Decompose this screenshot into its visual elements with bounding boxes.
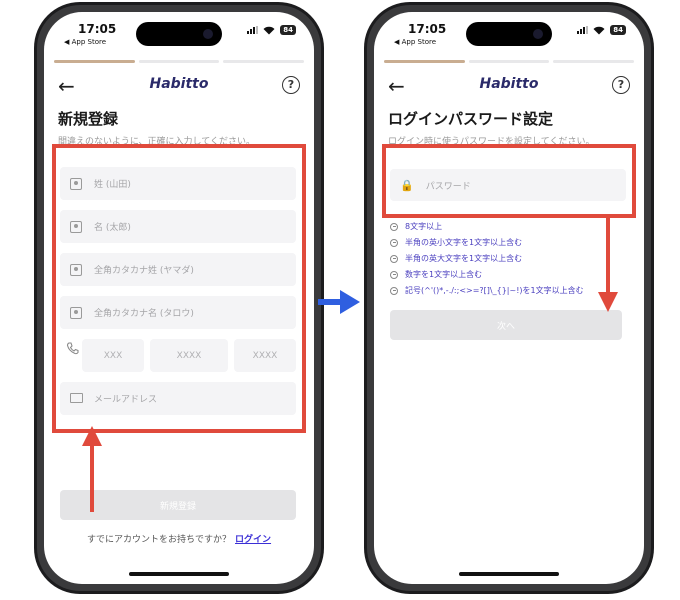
brand-logo: Habitto <box>479 76 539 92</box>
help-icon[interactable]: ? <box>282 76 300 94</box>
rule-item: 8文字以上 <box>390 221 442 232</box>
status-back-app[interactable]: ◀ App Store <box>394 38 436 46</box>
wifi-icon <box>263 26 275 34</box>
minus-circle-icon <box>390 254 398 263</box>
next-button[interactable]: 次へ <box>390 310 622 340</box>
phone-frame-left: 17:05 ◀ App Store 84 ← Habitto ? 新規登録 間違… <box>34 2 324 594</box>
status-icons: 84 <box>577 25 626 35</box>
down-arrow-annotation <box>598 214 618 312</box>
up-arrow-annotation <box>82 426 102 512</box>
page-title: 新規登録 <box>58 110 119 128</box>
rule-item: 半角の英小文字を1文字以上含む <box>390 237 522 248</box>
progress-step-2 <box>468 60 550 63</box>
progress-step-3 <box>553 60 635 63</box>
dynamic-island <box>136 22 222 46</box>
minus-circle-icon <box>390 286 398 295</box>
progress-step-1 <box>54 60 135 63</box>
screen-password: 17:05 ◀ App Store 84 ← Habitto ? ログインパスワ… <box>374 12 644 584</box>
signal-icon <box>577 26 589 34</box>
login-prompt-row: すでにアカウントをお持ちですか？ ログイン <box>44 532 314 545</box>
progress-step-2 <box>138 60 220 63</box>
wifi-icon <box>593 26 605 34</box>
minus-circle-icon <box>390 238 398 247</box>
dynamic-island <box>466 22 552 46</box>
step-progress <box>384 60 635 63</box>
home-indicator <box>129 572 229 576</box>
status-time: 17:05 <box>78 22 117 36</box>
status-back-app[interactable]: ◀ App Store <box>64 38 106 46</box>
step-progress <box>54 60 305 63</box>
login-link[interactable]: ログイン <box>235 535 271 545</box>
battery-icon: 84 <box>280 25 296 35</box>
signal-icon <box>247 26 259 34</box>
battery-icon: 84 <box>610 25 626 35</box>
right-arrow-annotation <box>318 290 360 314</box>
rule-item: 記号(^'()*,-./:;<>=?[]\_{}|~!)を1文字以上含む <box>390 285 584 296</box>
phone-frame-right: 17:05 ◀ App Store 84 ← Habitto ? ログインパスワ… <box>364 2 654 594</box>
help-icon[interactable]: ? <box>612 76 630 94</box>
rule-item: 半角の英大文字を1文字以上含む <box>390 253 522 264</box>
minus-circle-icon <box>390 270 398 279</box>
brand-logo: Habitto <box>149 76 209 92</box>
rule-item: 数字を1文字以上含む <box>390 269 482 280</box>
status-time: 17:05 <box>408 22 447 36</box>
progress-step-3 <box>223 60 305 63</box>
form-highlight-box <box>52 144 306 433</box>
login-prompt-text: すでにアカウントをお持ちですか？ <box>86 535 232 545</box>
status-icons: 84 <box>247 25 296 35</box>
progress-step-1 <box>384 60 465 63</box>
minus-circle-icon <box>390 222 398 231</box>
page-title: ログインパスワード設定 <box>388 110 554 128</box>
home-indicator <box>459 572 559 576</box>
password-highlight-box <box>382 144 636 218</box>
